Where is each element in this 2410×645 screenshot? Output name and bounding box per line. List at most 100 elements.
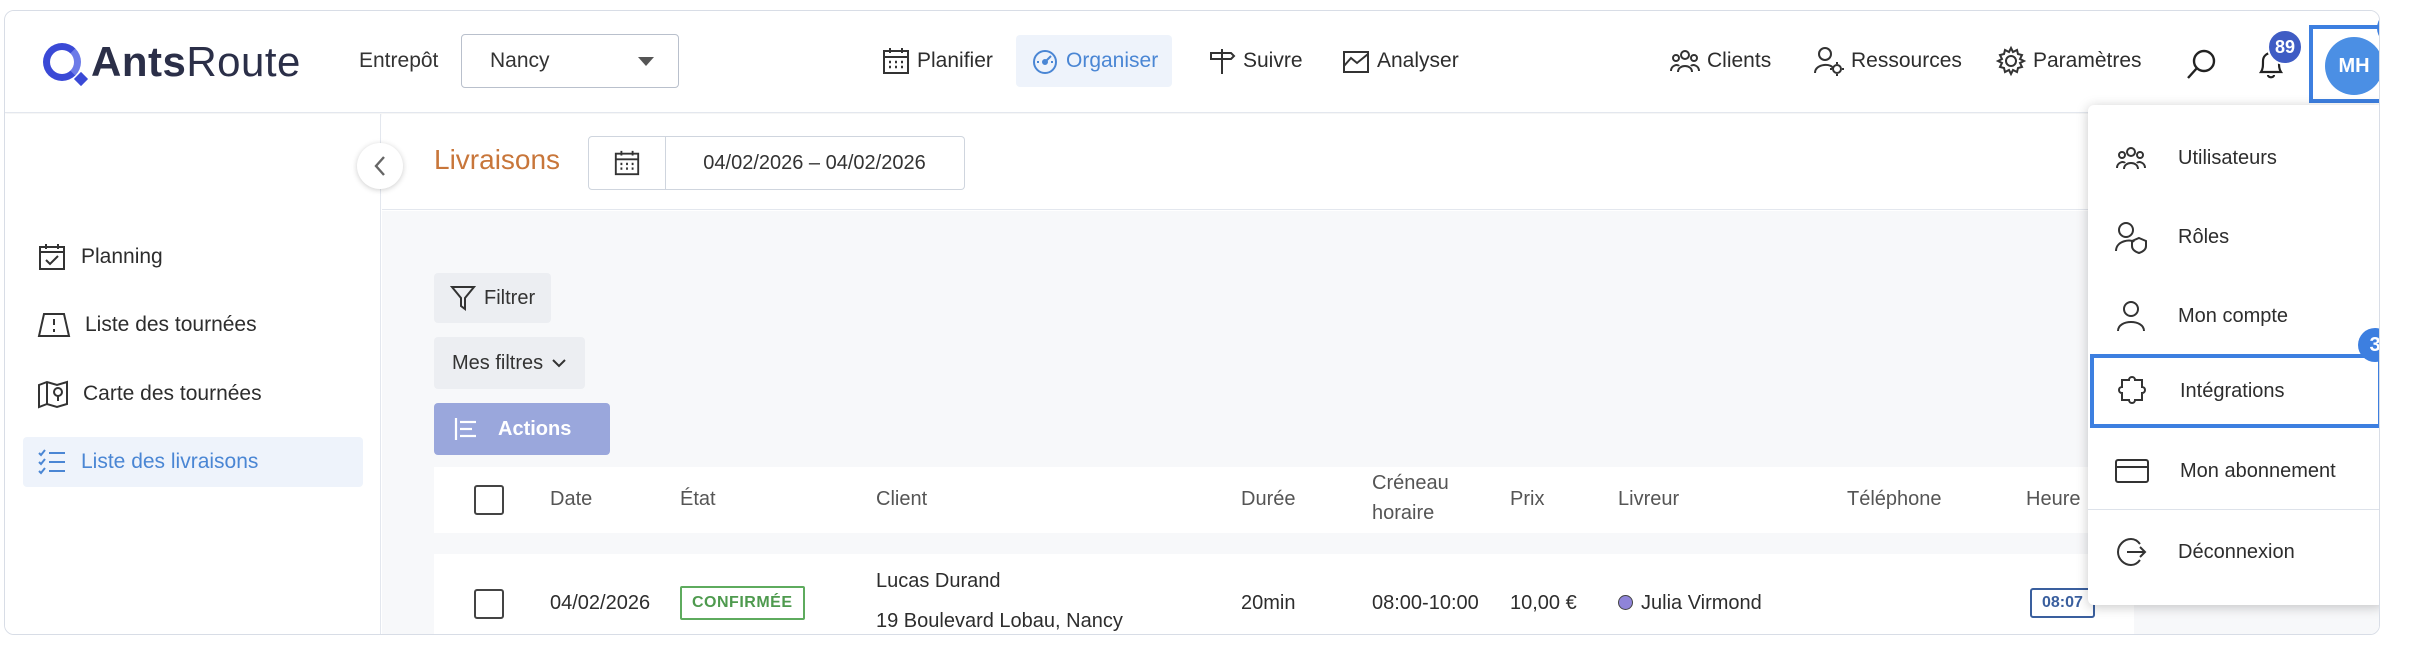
table-row[interactable]: 04/02/2026 CONFIRMÉE Lucas Durand 19 Bou…: [434, 554, 2134, 634]
column-header-etat[interactable]: État: [680, 488, 716, 511]
actions-button[interactable]: Actions: [434, 403, 610, 455]
sidebar-item-liste-livraisons[interactable]: Liste des livraisons: [23, 437, 363, 487]
search-icon: [2187, 49, 2216, 79]
table-header: Date État Client Durée Créneau horaire P…: [434, 467, 2134, 533]
user-avatar[interactable]: MH: [2325, 37, 2379, 95]
menu-item-mon-compte[interactable]: Mon compte: [2088, 279, 2379, 353]
sidebar-item-label: Carte des tournées: [83, 382, 262, 405]
sidebar-item-planning[interactable]: Planning: [23, 232, 363, 282]
sidebar-item-label: Liste des tournées: [85, 313, 257, 336]
nav-planifier-label: Planifier: [917, 49, 993, 72]
menu-item-utilisateurs[interactable]: Utilisateurs: [2088, 121, 2379, 195]
funnel-icon: [450, 286, 476, 311]
date-range-field[interactable]: 04/02/2026 – 04/02/2026: [665, 136, 965, 190]
puzzle-icon: [2118, 376, 2146, 404]
warehouse-label: Entrepôt: [359, 49, 439, 72]
antsroute-logo[interactable]: AntsRoute: [43, 38, 301, 85]
checklist-icon: [38, 449, 65, 475]
calendar-check-icon: [39, 244, 65, 270]
row-date: 04/02/2026: [550, 592, 651, 614]
gauge-icon: [1033, 50, 1057, 74]
list-icon: [454, 418, 476, 440]
sidebar-item-carte-tournees[interactable]: Carte des tournées: [23, 369, 363, 419]
warehouse-select[interactable]: Nancy: [461, 34, 679, 88]
chevron-down-icon: [552, 359, 566, 368]
menu-item-label: Intégrations: [2180, 379, 2285, 402]
map-pin-icon: [38, 380, 68, 409]
nav-planifier[interactable]: Planifier: [867, 35, 1007, 87]
menu-item-mon-abonnement[interactable]: Mon abonnement: [2088, 434, 2379, 508]
signpost-icon: [1210, 49, 1236, 74]
driver-color-dot: [1618, 595, 1633, 610]
logout-icon: [2116, 537, 2147, 567]
column-header-prix[interactable]: Prix: [1510, 488, 1544, 511]
route-sign-icon: [37, 313, 71, 337]
page-header: Livraisons 04/02/2026 – 04/02/2026: [382, 114, 2379, 210]
menu-item-label: Mon abonnement: [2180, 459, 2336, 482]
menu-item-label: Mon compte: [2178, 304, 2289, 327]
nav-parametres[interactable]: Paramètres: [1981, 35, 2156, 87]
nav-ressources-label: Ressources: [1851, 49, 1962, 72]
select-all-checkbox[interactable]: [474, 485, 504, 515]
notifications-count-badge: 89: [2267, 29, 2303, 65]
column-header-heure[interactable]: Heure: [2026, 488, 2080, 511]
app-window: AntsRoute Entrepôt Nancy Planifier Organ…: [4, 10, 2380, 635]
search-button[interactable]: [2185, 47, 2219, 86]
page-title: Livraisons: [434, 144, 561, 175]
user-menu: Utilisateurs Rôles Mon compte Intégratio…: [2088, 105, 2379, 605]
column-header-creneau-line1[interactable]: Créneau: [1372, 472, 1449, 495]
user-icon: [2117, 301, 2145, 332]
row-checkbox[interactable]: [474, 589, 504, 619]
nav-suivre[interactable]: Suivre: [1193, 35, 1317, 87]
credit-card-icon: [2115, 459, 2149, 483]
nav-parametres-label: Paramètres: [2033, 49, 2142, 72]
column-header-creneau-line2[interactable]: horaire: [1372, 502, 1434, 525]
sidebar-item-label: Liste des livraisons: [81, 450, 259, 473]
logo-text: AntsRoute: [91, 38, 301, 85]
user-shield-icon: [2115, 222, 2147, 254]
row-creneau: 08:00-10:00: [1372, 592, 1479, 614]
row-livreur-name: Julia Virmond: [1641, 592, 1762, 614]
menu-item-label: Rôles: [2178, 225, 2230, 248]
logo-mark-icon: [43, 43, 81, 81]
top-navigation: AntsRoute Entrepôt Nancy Planifier Organ…: [5, 11, 2379, 113]
actions-button-label: Actions: [498, 417, 572, 440]
nav-organiser-label: Organiser: [1066, 49, 1159, 72]
filter-button[interactable]: Filtrer: [434, 273, 552, 323]
row-livreur: Julia Virmond: [1618, 592, 1762, 615]
sidebar-item-label: Planning: [81, 245, 163, 268]
menu-item-label: Déconnexion: [2178, 540, 2295, 563]
menu-item-roles[interactable]: Rôles: [2088, 200, 2379, 274]
user-avatar-highlight[interactable]: MH: [2309, 25, 2379, 103]
menu-item-label: Utilisateurs: [2178, 146, 2277, 169]
nav-clients[interactable]: Clients: [1655, 35, 1785, 87]
caret-down-icon: [638, 57, 654, 66]
menu-item-deconnexion[interactable]: Déconnexion: [2088, 515, 2379, 589]
menu-divider: [2088, 509, 2379, 510]
date-picker-button[interactable]: [588, 136, 666, 190]
nav-organiser[interactable]: Organiser: [1016, 35, 1173, 87]
filter-button-label: Filtrer: [484, 286, 536, 309]
column-header-telephone[interactable]: Téléphone: [1847, 488, 1942, 511]
users-group-icon: [2116, 147, 2146, 170]
status-badge: CONFIRMÉE: [680, 586, 805, 620]
sidebar-collapse-button[interactable]: [357, 143, 403, 189]
column-header-livreur[interactable]: Livreur: [1618, 488, 1679, 511]
user-gear-icon: [1814, 47, 1844, 76]
sidebar: Planning Liste des tournées Carte des to…: [5, 114, 381, 634]
nav-analyser-label: Analyser: [1377, 49, 1459, 72]
nav-clients-label: Clients: [1707, 49, 1772, 72]
calendar-icon: [883, 48, 909, 74]
sidebar-item-liste-tournees[interactable]: Liste des tournées: [23, 300, 363, 350]
my-filters-label: Mes filtres: [452, 351, 544, 374]
users-group-icon: [1670, 50, 1700, 73]
menu-item-integrations[interactable]: Intégrations: [2090, 354, 2379, 428]
row-prix: 10,00 €: [1510, 592, 1577, 614]
nav-ressources[interactable]: Ressources: [1799, 35, 1976, 87]
column-header-duree[interactable]: Durée: [1241, 488, 1295, 511]
nav-analyser[interactable]: Analyser: [1327, 35, 1473, 87]
chevron-left-icon: [374, 156, 385, 176]
column-header-client[interactable]: Client: [876, 488, 927, 511]
my-filters-dropdown[interactable]: Mes filtres: [434, 337, 586, 389]
column-header-date[interactable]: Date: [550, 488, 592, 511]
